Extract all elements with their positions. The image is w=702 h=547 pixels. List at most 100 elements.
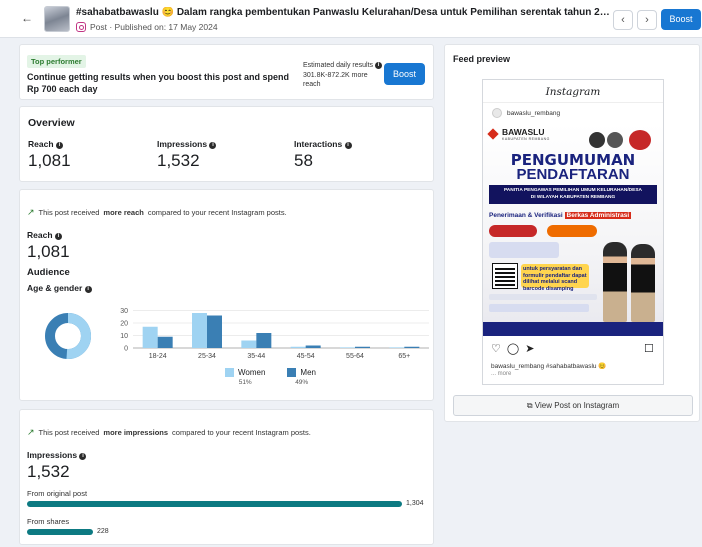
post-meta-text: Post · Published on: 17 May 2024 [90, 22, 218, 32]
view-post-on-instagram-button[interactable]: ⧉ View Post on Instagram [453, 395, 693, 416]
location-box [489, 242, 559, 258]
date-pill [489, 225, 537, 237]
impressions-label-text: Impressions [27, 450, 78, 460]
insight-text-post: compared to your recent Instagram posts. [172, 428, 311, 437]
info-icon[interactable]: i [374, 62, 382, 69]
reach-label: Reach i [27, 230, 62, 240]
legend-men: Men 49% [287, 368, 316, 386]
instagram-wordmark: Instagram [545, 86, 601, 98]
promo-text: Continue getting results when you boost … [27, 72, 290, 94]
bar-women-25-34[interactable] [192, 313, 207, 348]
legend-swatch-women [225, 368, 234, 377]
bar-men-45-54[interactable] [305, 345, 321, 349]
info-icon[interactable]: i [84, 286, 92, 293]
boost-button-header[interactable]: Boost [661, 9, 701, 30]
avatar [492, 108, 502, 118]
bookmark-icon[interactable]: ☐ [644, 342, 654, 355]
bawaslu-logo-icon [487, 128, 499, 140]
chart-legend: Women 51% Men 49% [225, 368, 316, 386]
info-icon[interactable]: i [209, 142, 217, 149]
trend-up-icon: ↗ [27, 207, 35, 217]
y-tick-label: 30 [120, 308, 128, 315]
time-pill [547, 225, 597, 237]
bar-men-18-24[interactable] [157, 336, 173, 348]
impressions-card: ↗ This post received more impressions co… [19, 409, 434, 545]
bar-women-18-24[interactable] [142, 326, 158, 348]
impressions-value: 1,532 [157, 151, 200, 170]
x-tick-label: 55-64 [346, 353, 364, 360]
poster-banner-line-2: DI WILAYAH KABUPATEN REMBANG [530, 194, 616, 200]
insight-text-bold: more reach [103, 208, 144, 217]
age-gender-bar-chart: 0 10 20 30 18-24 25-34 35-44 45-54 55-64 65+ [120, 308, 429, 360]
impressions-label: Impressions i [27, 450, 87, 460]
bar-men-35-44[interactable] [256, 333, 272, 348]
post-username: bawaslu_rembang [507, 110, 561, 117]
reach-value: 1,081 [28, 151, 71, 170]
x-tick-label: 65+ [398, 353, 410, 360]
x-tick-label: 18-24 [149, 353, 167, 360]
legend-women-pct: 51% [238, 379, 252, 386]
from-shares-value: 228 [97, 528, 109, 535]
mascot-icon [607, 132, 623, 148]
heart-icon[interactable]: ♡ [491, 342, 501, 355]
info-icon[interactable]: i [55, 142, 63, 149]
overview-card: Overview Reach i 1,081 Impressions i 1,5… [19, 106, 434, 182]
post-meta: Post · Published on: 17 May 2024 [76, 22, 218, 32]
info-icon[interactable]: i [79, 453, 87, 460]
bar-women-55-64[interactable] [340, 347, 355, 348]
instagram-post-preview: Instagram bawaslu_rembang BAWASLU KABUPA… [482, 79, 664, 385]
interactions-label-text: Interactions [294, 139, 343, 149]
y-tick-label: 0 [124, 346, 128, 353]
poster-subheading: Penerimaan & Verifikasi Berkas Administr… [489, 212, 632, 219]
officer-figure [631, 244, 655, 322]
bar-women-65+[interactable] [389, 347, 405, 348]
info-icon[interactable]: i [54, 233, 62, 240]
y-tick-label: 20 [120, 321, 128, 328]
comment-icon[interactable]: ◯ [507, 342, 519, 355]
poster-heading-2: PENDAFTARAN [516, 166, 630, 183]
bar-women-35-44[interactable] [241, 340, 257, 349]
impressions-label: Impressions i [157, 139, 217, 149]
legend-women-label: Women [238, 368, 266, 377]
instagram-icon [76, 22, 86, 32]
next-post-button[interactable]: › [637, 10, 657, 30]
insight-text-pre: This post received [38, 208, 100, 217]
election-logo-icon [629, 130, 651, 150]
poster-logo-text: BAWASLU [502, 127, 545, 137]
officer-figure [603, 242, 627, 322]
poster-footer-link [489, 304, 589, 312]
insight-text-post: compared to your recent Instagram posts. [147, 208, 287, 217]
arrow-left-icon[interactable]: ← [20, 11, 34, 25]
caption-more[interactable]: ... more [491, 371, 511, 377]
estimated-results-text: Estimated daily results [303, 62, 374, 69]
bar-women-45-54[interactable] [290, 346, 306, 348]
reach-audience-card: ↗ This post received more reach compared… [19, 189, 434, 401]
qr-instructions: untuk persyaratan dan formulir pendaftar… [521, 264, 589, 292]
poster-sub-pre: Penerimaan & Verifikasi [489, 212, 563, 219]
divider [483, 102, 663, 103]
from-original-value: 1,304 [406, 500, 424, 507]
bar-men-55-64[interactable] [355, 346, 370, 348]
interactions-value: 58 [294, 151, 313, 170]
reach-label: Reach i [28, 139, 63, 149]
from-shares-bar [27, 529, 93, 535]
insight-text-pre: This post received [38, 428, 100, 437]
feed-preview-card: Feed preview Instagram bawaslu_rembang B… [444, 44, 700, 422]
gender-donut-chart [45, 313, 91, 359]
top-performer-badge: Top performer [27, 55, 86, 68]
audience-title: Audience [27, 267, 70, 278]
age-gender-label: Age & gender i [27, 283, 92, 293]
post-image: BAWASLU KABUPATEN REMBANG PENGUMUMAN PEN… [483, 124, 663, 336]
age-gender-text: Age & gender [27, 283, 83, 293]
post-caption: bawaslu_rembang #sahabatbawaslu 😊 [491, 363, 607, 370]
external-link-icon: ⧉ [526, 401, 533, 410]
boost-button[interactable]: Boost [384, 63, 425, 85]
share-icon[interactable]: ➤ [525, 342, 534, 355]
poster-sub-highlight: Berkas Administrasi [564, 212, 632, 219]
bar-men-65+[interactable] [404, 346, 420, 348]
previous-post-button[interactable]: ‹ [613, 10, 633, 30]
impressions-insight: ↗ This post received more impressions co… [27, 427, 311, 438]
info-icon[interactable]: i [344, 142, 352, 149]
bar-men-25-34[interactable] [207, 315, 222, 349]
legend-men-pct: 49% [295, 379, 309, 386]
